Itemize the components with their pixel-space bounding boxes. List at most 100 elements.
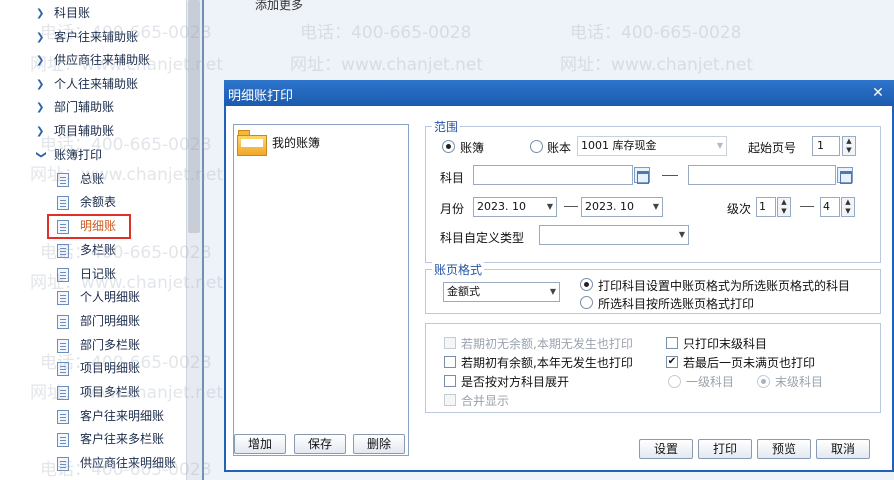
sidebar-item-project-aux[interactable]: ❯ 项目辅助账 xyxy=(0,120,186,143)
format-option-2-radio[interactable] xyxy=(580,296,593,309)
subject-to-input[interactable] xyxy=(688,165,836,185)
opt2-label: 若期初有余额,本年无发生也打印 xyxy=(461,356,633,370)
settings-button[interactable]: 设置 xyxy=(639,439,693,459)
sidebar-item-subject-ledger[interactable]: ❯ 科目账 xyxy=(0,2,186,25)
sidebar-item-label: 部门明细账 xyxy=(80,314,141,328)
document-icon xyxy=(57,362,69,376)
start-page-stepper[interactable]: ▲ ▼ xyxy=(842,136,856,156)
sidebar-item-label: 部门辅助账 xyxy=(54,100,115,114)
book-item-label[interactable]: 我的账簿 xyxy=(272,134,320,151)
account-select[interactable]: 1001 库存现金 ▼ xyxy=(577,136,727,156)
add-more-link[interactable]: 添加更多 xyxy=(255,0,303,13)
range-dash xyxy=(564,206,578,207)
month-label: 月份 xyxy=(440,202,465,216)
month-from-value: 2023. 10 xyxy=(477,200,526,213)
month-from-select[interactable]: 2023. 10 ▼ xyxy=(473,197,557,217)
sidebar-item-label: 部门多栏账 xyxy=(80,338,141,352)
chevron-down-icon: ▼ xyxy=(678,230,685,239)
sidebar-item-supplier-detail[interactable]: 供应商往来明细账 xyxy=(0,452,186,475)
opt6-checkbox[interactable]: ✔ xyxy=(666,356,678,368)
page-format-value: 金额式 xyxy=(447,285,480,298)
chevron-right-icon: ❯ xyxy=(36,55,45,66)
document-icon xyxy=(57,268,69,282)
level-from-input[interactable]: 1 xyxy=(756,197,776,217)
ledger-radio-label: 账簿 xyxy=(460,141,485,155)
sidebar-item-general-ledger[interactable]: 总账 xyxy=(0,168,186,191)
sidebar-item-project-multi[interactable]: 项目多栏账 xyxy=(0,381,186,404)
subject-label: 科目 xyxy=(440,171,465,185)
save-book-button[interactable]: 保存 xyxy=(294,434,346,454)
opt3-label: 是否按对方科目展开 xyxy=(461,375,570,389)
close-icon[interactable]: ✕ xyxy=(870,85,886,101)
chevron-up-icon[interactable]: ▲ xyxy=(843,137,855,146)
chevron-down-icon: ▼ xyxy=(652,202,659,211)
sidebar-item-label: 项目辅助账 xyxy=(54,124,115,138)
chevron-up-icon[interactable]: ▲ xyxy=(778,198,790,207)
subject-from-input[interactable] xyxy=(473,165,633,185)
chevron-down-icon[interactable]: ▼ xyxy=(842,207,854,216)
sidebar-item-customer-aux[interactable]: ❯ 客户往来辅助账 xyxy=(0,26,186,49)
range-dash xyxy=(662,175,678,176)
sidebar-item-dept-multi[interactable]: 部门多栏账 xyxy=(0,334,186,357)
cancel-button[interactable]: 取消 xyxy=(816,439,870,459)
calendar-icon[interactable] xyxy=(634,167,650,184)
chevron-right-icon: ❯ xyxy=(36,102,45,113)
page-format-select[interactable]: 金额式 ▼ xyxy=(443,282,560,302)
format-option-2-label: 所选科目按所选账页格式打印 xyxy=(598,297,755,311)
opt6-label: 若最后一页未满页也打印 xyxy=(683,356,816,370)
format-option-1-radio[interactable] xyxy=(580,278,593,291)
range-dash xyxy=(800,206,814,207)
sidebar-item-customer-detail[interactable]: 客户往来明细账 xyxy=(0,405,186,428)
sub2-radio[interactable] xyxy=(757,375,770,388)
sidebar-item-label: 多栏账 xyxy=(80,243,117,257)
opt4-checkbox[interactable] xyxy=(444,394,456,406)
chevron-right-icon: ❯ xyxy=(36,126,45,137)
level-to-input[interactable]: 4 xyxy=(820,197,840,217)
add-book-button[interactable]: 增加 xyxy=(234,434,286,454)
month-to-select[interactable]: 2023. 10 ▼ xyxy=(581,197,663,217)
print-button[interactable]: 打印 xyxy=(698,439,752,459)
sidebar-item-personal-detail[interactable]: 个人明细账 xyxy=(0,286,186,309)
sidebar-item-book-print[interactable]: ❯ 账簿打印 xyxy=(0,144,186,167)
sidebar-item-label: 供应商往来辅助账 xyxy=(54,53,151,67)
chevron-right-icon: ❯ xyxy=(36,32,45,43)
opt2-checkbox[interactable] xyxy=(444,356,456,368)
sidebar-item-personal-aux[interactable]: ❯ 个人往来辅助账 xyxy=(0,73,186,96)
start-page-input[interactable]: 1 xyxy=(812,136,840,156)
preview-button[interactable]: 预览 xyxy=(757,439,811,459)
opt1-checkbox[interactable] xyxy=(444,337,456,349)
sidebar-item-project-detail[interactable]: 项目明细账 xyxy=(0,357,186,380)
chevron-down-icon[interactable]: ▼ xyxy=(843,146,855,155)
custom-type-select[interactable]: ▼ xyxy=(539,225,689,245)
sidebar-item-journal[interactable]: 日记账 xyxy=(0,263,186,286)
opt3-checkbox[interactable] xyxy=(444,375,456,387)
detail-ledger-print-dialog: 明细账打印 ✕ 我的账簿 增加 保存 删除 范围 账簿 账本 1001 库存现金… xyxy=(224,80,894,472)
ledger-radio[interactable] xyxy=(442,140,455,153)
sub1-radio[interactable] xyxy=(668,375,681,388)
sidebar-tree: ❯ 科目账 ❯ 客户往来辅助账 ❯ 供应商往来辅助账 ❯ 个人往来辅助账 ❯ 部门辅助账 … xyxy=(0,0,186,480)
opt5-checkbox[interactable] xyxy=(666,337,678,349)
dialog-title-bar[interactable]: 明细账打印 ✕ xyxy=(224,80,894,106)
sidebar-item-balance-sheet[interactable]: 余额表 xyxy=(0,191,186,214)
sidebar-item-dept-aux[interactable]: ❯ 部门辅助账 xyxy=(0,96,186,119)
sidebar-item-multi-column[interactable]: 多栏账 xyxy=(0,239,186,262)
calendar-icon[interactable] xyxy=(837,167,853,184)
chevron-up-icon[interactable]: ▲ xyxy=(842,198,854,207)
sidebar-item-label: 客户往来多栏账 xyxy=(80,432,165,446)
book-list-panel: 我的账簿 xyxy=(233,124,409,456)
sidebar-item-label: 账簿打印 xyxy=(54,148,103,162)
chevron-down-icon[interactable]: ▼ xyxy=(778,207,790,216)
sidebar-item-supplier-aux[interactable]: ❯ 供应商往来辅助账 xyxy=(0,49,186,72)
sidebar-item-dept-detail[interactable]: 部门明细账 xyxy=(0,310,186,333)
sidebar-item-customer-multi[interactable]: 客户往来多栏账 xyxy=(0,428,186,451)
sidebar-scrollbar-thumb[interactable] xyxy=(188,0,200,233)
level-from-stepper[interactable]: ▲ ▼ xyxy=(777,197,791,217)
document-icon xyxy=(57,339,69,353)
level-to-stepper[interactable]: ▲ ▼ xyxy=(841,197,855,217)
chevron-down-icon: ❯ xyxy=(35,150,47,159)
delete-book-button[interactable]: 删除 xyxy=(353,434,405,454)
sub1-label: 一级科目 xyxy=(686,375,735,389)
document-icon xyxy=(57,291,69,305)
start-page-label: 起始页号 xyxy=(748,141,797,155)
account-radio[interactable] xyxy=(530,140,543,153)
